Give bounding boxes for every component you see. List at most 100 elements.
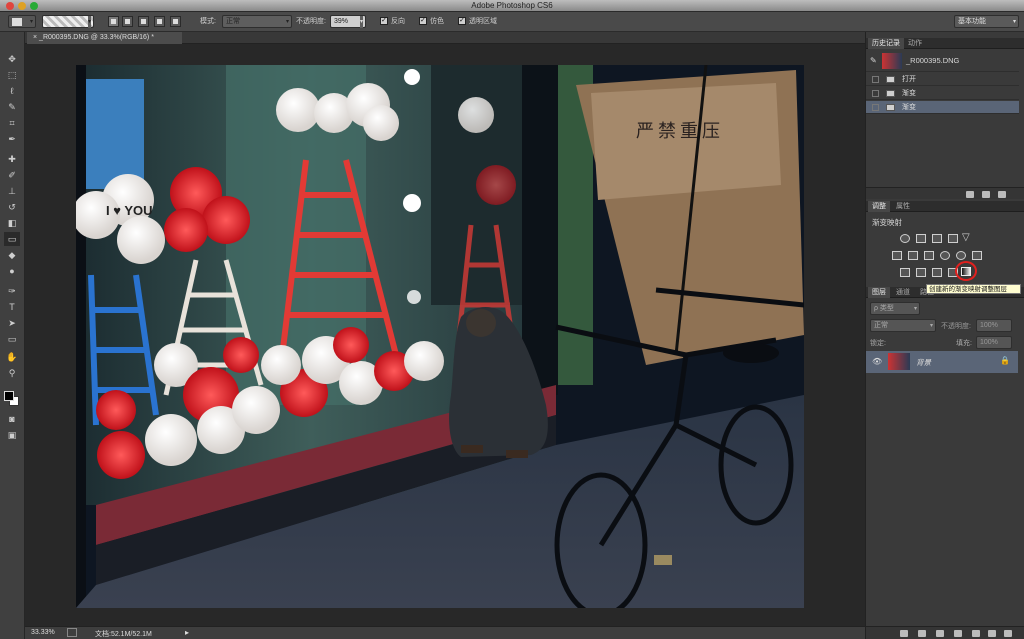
new-group-icon[interactable] xyxy=(972,630,980,637)
chevron-down-icon: ▾ xyxy=(929,323,933,329)
zoom-tool-icon[interactable]: ⚲ xyxy=(4,366,20,380)
trash-icon[interactable] xyxy=(1004,630,1012,637)
lock-label: 锁定: xyxy=(870,340,886,347)
document-tab[interactable]: × _R000395.DNG @ 33.3%(RGB/16) * xyxy=(27,32,182,44)
reflected-gradient-button[interactable] xyxy=(154,16,165,27)
eraser-tool-icon[interactable]: ◧ xyxy=(4,216,20,230)
brightness-contrast-icon[interactable] xyxy=(900,234,910,243)
eyedropper-tool-icon[interactable]: ✒ xyxy=(4,132,20,146)
radial-gradient-button[interactable] xyxy=(122,16,133,27)
fill-label: 填充: xyxy=(956,340,972,347)
tab-properties[interactable]: 属性 xyxy=(892,201,914,212)
camera-icon[interactable] xyxy=(982,191,990,198)
lasso-tool-icon[interactable]: ℓ xyxy=(4,84,20,98)
blur-tool-icon[interactable]: ◆ xyxy=(4,248,20,262)
workspace-value: 基本功能 xyxy=(958,18,986,25)
layer-row-background[interactable]: 👁 背景 🔒 xyxy=(866,351,1018,373)
threshold-icon[interactable] xyxy=(932,268,942,277)
screen-mode-icon[interactable]: ▣ xyxy=(4,428,20,442)
exposure-icon[interactable] xyxy=(948,234,958,243)
mode-dropdown[interactable]: 正常 ▾ xyxy=(222,15,292,28)
share-icon[interactable] xyxy=(67,628,77,637)
invert-icon[interactable] xyxy=(900,268,910,277)
history-source-checkbox[interactable] xyxy=(872,104,879,111)
new-document-from-state-icon[interactable] xyxy=(966,191,974,198)
history-item-label: 渐变 xyxy=(902,90,916,97)
healing-brush-tool-icon[interactable]: ✚ xyxy=(4,152,20,166)
history-step-icon xyxy=(886,76,895,83)
tab-layers[interactable]: 图层 xyxy=(868,287,890,298)
dodge-tool-icon[interactable]: ● xyxy=(4,264,20,278)
foreground-color-swatch[interactable] xyxy=(4,391,14,401)
pen-tool-icon[interactable]: ✑ xyxy=(4,284,20,298)
quick-mask-icon[interactable]: ◙ xyxy=(4,412,20,426)
history-item-gradient-selected[interactable]: 渐变 xyxy=(866,101,1019,114)
linear-gradient-button[interactable] xyxy=(108,16,119,27)
color-balance-icon[interactable] xyxy=(908,251,918,260)
document-tab-bar: × _R000395.DNG @ 33.3%(RGB/16) * xyxy=(25,32,865,44)
path-select-tool-icon[interactable]: ➤ xyxy=(4,316,20,330)
layer-style-icon[interactable] xyxy=(918,630,926,637)
layer-opacity-input[interactable]: 100% xyxy=(976,319,1012,332)
history-item-gradient[interactable]: 渐变 xyxy=(866,87,1019,100)
app-title: Adobe Photoshop CS6 xyxy=(471,1,553,10)
gradient-picker[interactable]: ▾ xyxy=(42,15,94,28)
tab-channels[interactable]: 通道 xyxy=(892,287,914,298)
blend-mode-dropdown[interactable]: 正常 ▾ xyxy=(870,319,936,332)
link-layers-icon[interactable] xyxy=(900,630,908,637)
history-brush-tool-icon[interactable]: ↺ xyxy=(4,200,20,214)
dither-checkbox[interactable]: ✓ xyxy=(419,17,427,25)
chevron-down-icon: ▾ xyxy=(285,19,289,25)
tool-preset-picker[interactable]: ▾ xyxy=(8,15,36,28)
reverse-checkbox[interactable]: ✓ xyxy=(380,17,388,25)
opacity-input[interactable]: 39% ▾ xyxy=(330,15,366,28)
layer-filter-dropdown[interactable]: ρ 类型 ▾ xyxy=(870,302,920,315)
zoom-level[interactable]: 33.33% xyxy=(31,629,55,636)
adjustment-layer-icon[interactable] xyxy=(954,630,962,637)
transparency-checkbox[interactable]: ✓ xyxy=(458,17,466,25)
clone-stamp-tool-icon[interactable]: ⊥ xyxy=(4,184,20,198)
posterize-icon[interactable] xyxy=(916,268,926,277)
history-step-icon xyxy=(886,90,895,97)
type-tool-icon[interactable]: T xyxy=(4,300,20,314)
layer-opacity-value: 100% xyxy=(980,322,998,329)
levels-icon[interactable] xyxy=(916,234,926,243)
curves-icon[interactable] xyxy=(932,234,942,243)
transparency-label: 透明区域 xyxy=(469,18,497,25)
tab-adjustments[interactable]: 调整 xyxy=(868,201,890,212)
quick-select-tool-icon[interactable]: ✎ xyxy=(4,100,20,114)
history-source-checkbox[interactable] xyxy=(872,76,879,83)
angle-gradient-button[interactable] xyxy=(138,16,149,27)
hand-tool-icon[interactable]: ✋ xyxy=(4,350,20,364)
chevron-down-icon: ▾ xyxy=(913,306,917,312)
photo-filter-icon[interactable] xyxy=(940,251,950,260)
tab-actions[interactable]: 动作 xyxy=(904,38,926,49)
move-tool-icon[interactable]: ✥ xyxy=(4,52,20,66)
fill-input[interactable]: 100% xyxy=(976,336,1012,349)
status-menu-arrow-icon[interactable]: ▸ xyxy=(185,628,189,637)
color-lookup-icon[interactable] xyxy=(972,251,982,260)
new-layer-icon[interactable] xyxy=(988,630,996,637)
eye-icon[interactable]: 👁 xyxy=(872,357,882,366)
marquee-tool-icon[interactable]: ⬚ xyxy=(4,68,20,82)
blend-mode-value: 正常 xyxy=(874,322,888,329)
crop-tool-icon[interactable]: ⌗ xyxy=(4,116,20,130)
shape-tool-icon[interactable]: ▭ xyxy=(4,332,20,346)
trash-icon[interactable] xyxy=(998,191,1006,198)
channel-mixer-icon[interactable] xyxy=(956,251,966,260)
history-brush-source-icon[interactable]: ✎ xyxy=(870,56,877,65)
vibrance-icon[interactable]: ▽ xyxy=(962,232,970,243)
black-white-icon[interactable] xyxy=(924,251,934,260)
tab-history[interactable]: 历史记录 xyxy=(868,38,904,49)
layer-mask-icon[interactable] xyxy=(936,630,944,637)
history-snapshot[interactable]: ✎ _R000395.DNG xyxy=(866,50,1019,72)
brush-tool-icon[interactable]: ✐ xyxy=(4,168,20,182)
workspace-dropdown[interactable]: 基本功能 ▾ xyxy=(954,15,1019,28)
layer-name: 背景 xyxy=(916,358,931,367)
history-item-open[interactable]: 打开 xyxy=(866,73,1019,86)
document-canvas[interactable]: I ♥ YOU 严禁重压 xyxy=(76,65,804,608)
history-source-checkbox[interactable] xyxy=(872,90,879,97)
diamond-gradient-button[interactable] xyxy=(170,16,181,27)
gradient-tool-icon[interactable]: ▭ xyxy=(4,232,20,246)
hue-saturation-icon[interactable] xyxy=(892,251,902,260)
